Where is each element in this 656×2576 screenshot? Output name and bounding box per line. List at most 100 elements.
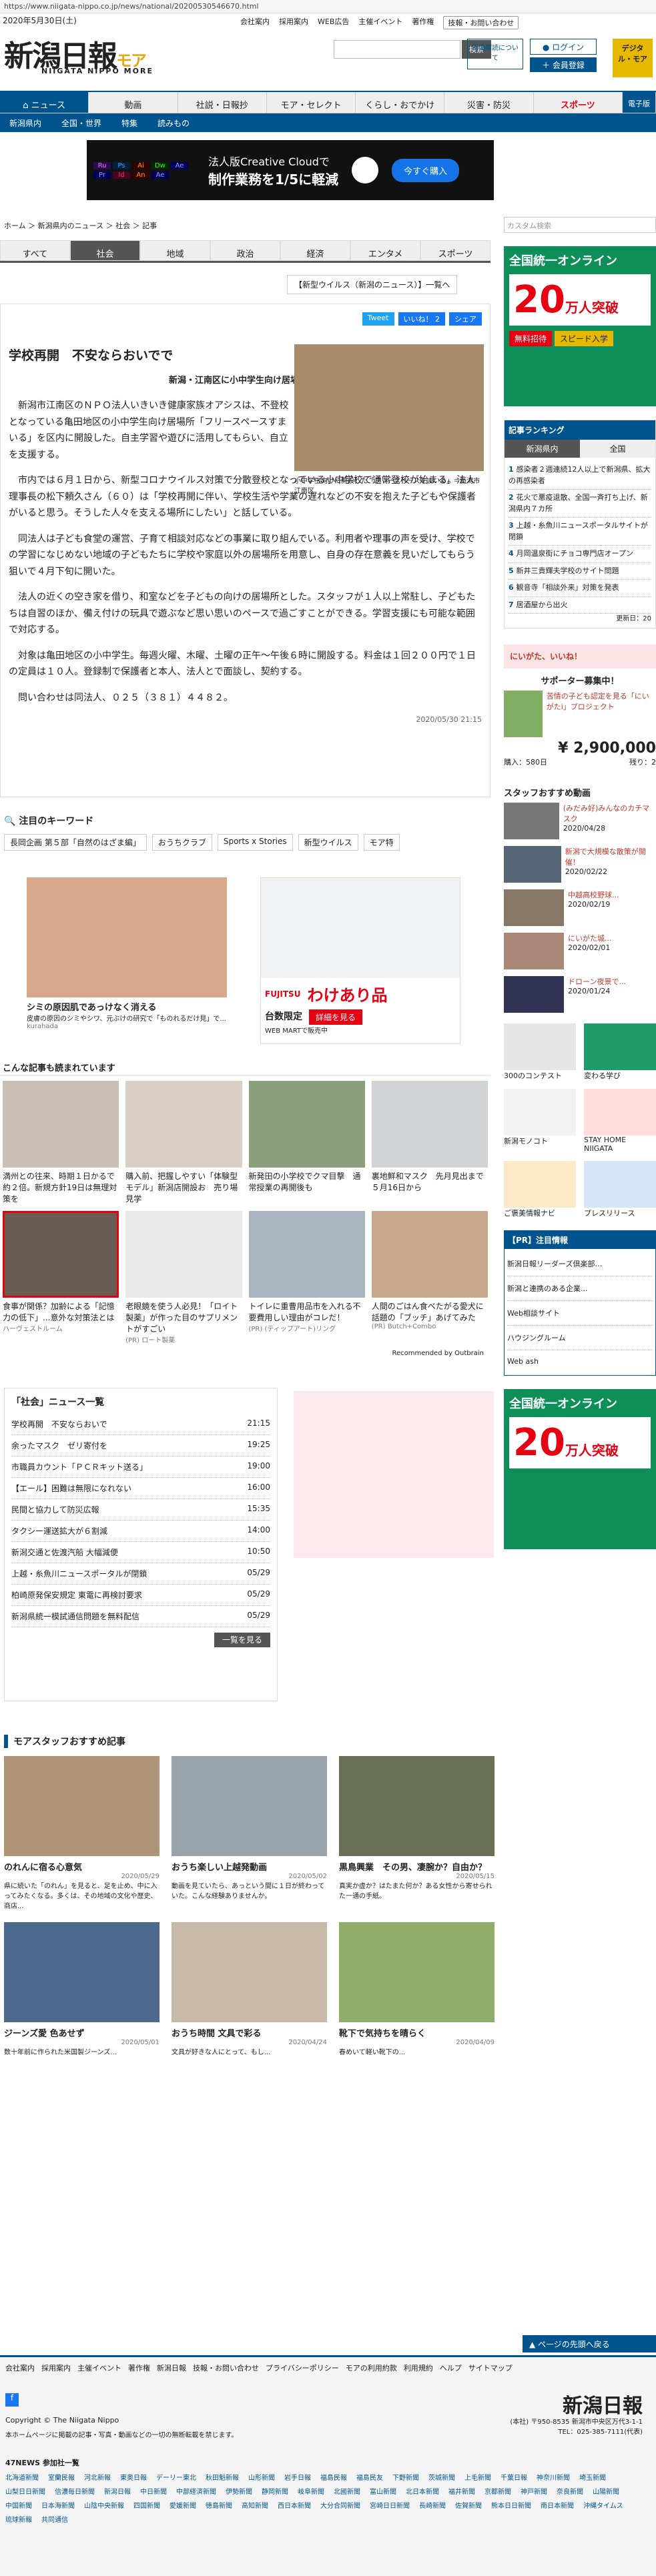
partner-link[interactable]: 京都新聞	[484, 2486, 511, 2496]
recommend-item[interactable]: 満州との往来、時期１日かるで約２倍。新規方針19日は無理対策を	[3, 1081, 119, 1204]
pr-item[interactable]: 新潟と連携のある企業...	[507, 1276, 653, 1301]
subscribe-button[interactable]: 新聞購読について	[467, 39, 523, 69]
partner-link[interactable]: 河北新報	[84, 2472, 111, 2482]
keyword-tag[interactable]: モア特	[363, 834, 400, 851]
news-row[interactable]: タクシー運送拡大が６割減 14:00	[11, 1521, 270, 1542]
pr-item[interactable]: ハウジングルーム	[507, 1326, 653, 1350]
partner-link[interactable]: 大分合同新聞	[320, 2500, 360, 2510]
partner-link[interactable]: 西日本新聞	[278, 2500, 311, 2510]
video-item[interactable]: 中越高校野球... 2020/02/19	[504, 889, 656, 926]
footer-link[interactable]: ヘルプ	[440, 2363, 462, 2373]
contact-link[interactable]: 技報・お問い合わせ	[443, 16, 519, 29]
ranking-tab-national[interactable]: 全国	[580, 440, 655, 458]
crumb-home[interactable]: ホーム	[4, 222, 26, 230]
footer-link[interactable]: 著作権	[128, 2363, 150, 2373]
corona-link[interactable]: 【新型ウイルス（新潟のニュース）】一覧へ	[287, 275, 458, 294]
partner-link[interactable]: 山形新聞	[248, 2472, 275, 2482]
staff-pick-card[interactable]: おうち楽しい上越発動画 2020/05/02 動画を見ていたら、あっという間に１日が…	[172, 1756, 327, 1910]
nav-editorial[interactable]: 社説・日報抄	[178, 92, 267, 113]
keyword-tag[interactable]: おうちクラブ	[151, 834, 212, 851]
tab-society[interactable]: 社会	[70, 240, 140, 261]
partner-link[interactable]: 山梨日日新聞	[5, 2486, 45, 2496]
partner-link[interactable]: 北海道新聞	[5, 2472, 39, 2482]
sidebar-ad-online-2[interactable]: 全国統一オンライン 20万人突破	[504, 1389, 656, 1549]
partner-link[interactable]: 岩手日報	[284, 2472, 311, 2482]
sidebar-ad-online[interactable]: 全国統一オンライン 20万人突破 無料招待 スピード入学	[504, 246, 656, 406]
partner-link[interactable]: 下野新聞	[392, 2472, 419, 2482]
ranking-item[interactable]: 7 居酒屋から出火	[509, 597, 651, 614]
video-item[interactable]: ドローン夜景で... 2020/01/24	[504, 976, 656, 1013]
adobe-ad-banner[interactable]: Ru Ps Ai Dw Ae Pr Id An Ae 法人版Creative C…	[87, 140, 494, 200]
news-row[interactable]: 【エール】困難は無限になれない 16:00	[11, 1478, 270, 1499]
register-button[interactable]: ＋ 会員登録	[530, 57, 597, 72]
partner-link[interactable]: 岐阜新聞	[298, 2486, 324, 2496]
footer-link[interactable]: 主催イベント	[77, 2363, 121, 2373]
more-button[interactable]: 一覧を見る	[214, 1633, 270, 1647]
keyword-tag[interactable]: 新型ウイルス	[298, 834, 358, 851]
recommend-item[interactable]: トイレに重曹用品市を入れる不要費用しい理由がコレだ！ (PR) (ティップアート)…	[248, 1211, 365, 1344]
partner-link[interactable]: 南日本新聞	[541, 2500, 574, 2510]
footer-logo[interactable]: 新潟日報	[563, 2389, 643, 2419]
partner-link[interactable]: 千葉日報	[501, 2472, 527, 2482]
partner-link[interactable]: 上毛新聞	[464, 2472, 491, 2482]
footer-link[interactable]: プライバシーポリシー	[266, 2363, 339, 2373]
subnav-reads[interactable]: 読みもの	[157, 117, 190, 128]
partner-link[interactable]: 室蘭民報	[48, 2472, 75, 2482]
like-button[interactable]: いいね！ 2	[398, 312, 445, 326]
footer-link[interactable]: 利用規約	[404, 2363, 433, 2373]
login-button[interactable]: ● ログイン	[530, 39, 597, 55]
ad-cta-button[interactable]: 今すぐ購入	[392, 158, 460, 182]
tab-entertainment[interactable]: エンタメ	[350, 240, 420, 261]
video-item[interactable]: にいがた城... 2020/02/01	[504, 933, 656, 969]
footer-link[interactable]: サイトマップ	[468, 2363, 513, 2373]
footer-link[interactable]: 新潟日報	[157, 2363, 186, 2373]
tab-sports[interactable]: スポーツ	[420, 240, 490, 261]
nav-sports[interactable]: スポーツ	[534, 92, 623, 113]
ranking-tab-local[interactable]: 新潟県内	[505, 440, 580, 458]
partner-link[interactable]: 山陽新聞	[593, 2486, 619, 2496]
search-input[interactable]	[334, 40, 460, 59]
news-row[interactable]: 余ったマスク ゼリ寄付を 19:25	[11, 1435, 270, 1456]
staff-pick-card[interactable]: ジーンズ愛 色あせず 2020/05/01 数十年前に作られた米国製ジーンズ...	[4, 1922, 159, 2056]
nav-more-select[interactable]: モア・セレクト	[267, 92, 356, 113]
recommend-item[interactable]: 裏地鮮和マスク 先月見出まで５月16日から	[371, 1081, 488, 1204]
partner-link[interactable]: 長崎新聞	[419, 2500, 446, 2510]
partner-link[interactable]: 埼玉新聞	[579, 2472, 606, 2482]
partner-link[interactable]: 東奥日報	[120, 2472, 147, 2482]
tile[interactable]: ご褒美情報ナビ	[504, 1161, 576, 1218]
tab-politics[interactable]: 政治	[210, 240, 280, 261]
share-button[interactable]: シェア	[449, 312, 482, 326]
partner-link[interactable]: 佐賀新聞	[455, 2500, 482, 2510]
partner-link[interactable]: 高知新聞	[242, 2500, 268, 2510]
pr-item[interactable]: Web ash	[507, 1350, 653, 1372]
partner-link[interactable]: 山陰中央新報	[84, 2500, 124, 2510]
promo-ad-fujitsu[interactable]: FUJITSU わけあり品 台数限定 詳細を見る WEB MARTで販売中	[260, 877, 460, 1044]
news-row[interactable]: 上越・糸魚川ニュースポータルが閉鎖 05/29	[11, 1563, 270, 1585]
keyword-tag[interactable]: 長岡企画 第５部「自然のはざま編」	[4, 834, 147, 851]
video-item[interactable]: (みだみ好)みんなのカチマスク 2020/04/28	[504, 803, 656, 839]
pr-item[interactable]: 新潟日報リーダーズ倶楽部…	[507, 1252, 653, 1276]
partner-link[interactable]: 神奈川新聞	[537, 2472, 570, 2482]
top-link[interactable]: 著作権	[412, 16, 434, 29]
tile[interactable]: 300のコンテスト	[504, 1023, 576, 1081]
crumb-local[interactable]: 新潟県内のニュース	[38, 222, 103, 230]
partner-link[interactable]: 中日新聞	[140, 2486, 167, 2496]
partner-link[interactable]: 琉球新報	[5, 2514, 32, 2524]
tweet-button[interactable]: Tweet	[362, 312, 394, 326]
tab-all[interactable]: すべて	[0, 240, 70, 261]
partner-link[interactable]: 中国新聞	[5, 2500, 32, 2510]
footer-link[interactable]: 会社案内	[5, 2363, 35, 2373]
recommend-item[interactable]: 老眼鏡を使う人必見！「ロイト製薬」が作った目のサプリメントがすごい (PR) ロー…	[125, 1211, 242, 1344]
partner-link[interactable]: 信濃毎日新聞	[55, 2486, 95, 2496]
partner-link[interactable]: 秋田魁新報	[206, 2472, 239, 2482]
top-link[interactable]: 採用案内	[279, 16, 308, 29]
keyword-tag[interactable]: Sports x Stories	[217, 834, 293, 851]
recommend-item[interactable]: 新発田の小学校でクマ目撃 通常授業の再開後も	[248, 1081, 365, 1204]
subnav-national[interactable]: 全国・世界	[61, 117, 101, 128]
pr-item[interactable]: Web相談サイト	[507, 1301, 653, 1326]
partner-link[interactable]: 神戸新聞	[521, 2486, 547, 2496]
tile[interactable]: 新潟モノコト	[504, 1089, 576, 1153]
partner-link[interactable]: 静岡新聞	[262, 2486, 288, 2496]
promo-ad-skin[interactable]: シミの原因肌であっけなく消える 皮膚の原因のシミやシワ、元ぶけの研究で「ものれる…	[27, 877, 227, 1044]
recommend-item[interactable]: 人間のごはん食べたがる愛犬に話題の「ブッチ」あげてみた (PR) Butch+Co…	[371, 1211, 488, 1344]
